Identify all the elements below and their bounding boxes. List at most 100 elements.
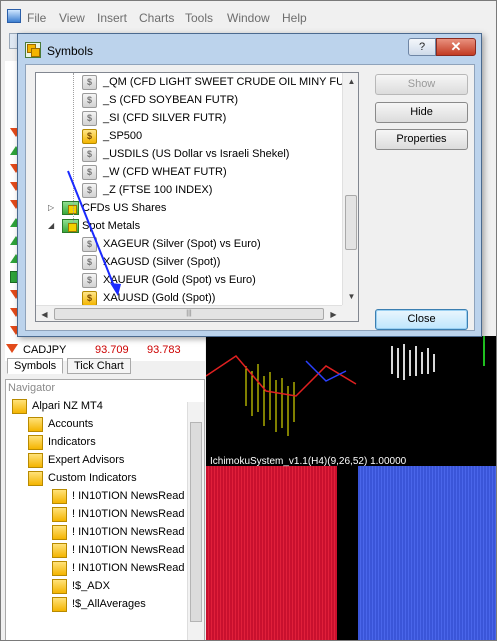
navigator-item[interactable]: ! IN10TION NewsRead <box>6 488 184 506</box>
tree-symbol-row[interactable]: $ _USDILS (US Dollar vs Israeli Shekel) <box>36 146 342 164</box>
tree-symbol-label: _Z (FTSE 100 INDEX) <box>103 184 213 196</box>
ask-price: 93.783 <box>147 344 181 356</box>
indicator-icon <box>52 507 67 522</box>
folder-icon <box>62 201 79 215</box>
menu-insert[interactable]: Insert <box>97 11 127 25</box>
symbol-inactive-icon: $ <box>82 165 97 180</box>
scroll-thumb[interactable]: ||| <box>54 308 324 320</box>
symbol-active-icon: $ <box>82 291 97 306</box>
indicator-label: IchimokuSystem_v1.1(H4)(9,26,52) 1.00000 <box>210 456 407 467</box>
symbols-tree[interactable]: $ _QM (CFD LIGHT SWEET CRUDE OIL MINY FUT… <box>35 72 359 322</box>
symbol-name: CADJPY <box>23 344 67 356</box>
scroll-down-icon[interactable]: ▼ <box>343 288 358 305</box>
tree-symbol-label: XAGEUR (Silver (Spot) vs Euro) <box>103 238 261 250</box>
indicator-icon <box>52 561 67 576</box>
collapse-icon[interactable]: ◢ <box>48 222 56 230</box>
symbol-active-icon: $ <box>82 129 97 144</box>
navigator-item[interactable]: Custom Indicators <box>6 470 184 488</box>
menu-charts[interactable]: Charts <box>139 11 174 25</box>
app-icon <box>7 9 21 23</box>
tree-symbol-row[interactable]: $ XAUEUR (Gold (Spot) vs Euro) <box>36 272 342 290</box>
tree-symbol-row[interactable]: $ _W (CFD WHEAT FUTR) <box>36 164 342 182</box>
indicator-subwindow[interactable]: IchimokuSystem_v1.1(H4)(9,26,52) 1.00000 <box>206 452 496 640</box>
navigator-item[interactable]: ! IN10TION NewsRead <box>6 560 184 578</box>
indicator-icon <box>52 579 67 594</box>
tree-folder-row[interactable]: ◢ Spot Metals <box>36 218 342 236</box>
navigator-item-label: !$_AllAverages <box>72 598 146 610</box>
tree-folder-label: Spot Metals <box>82 220 141 232</box>
arrow-down-icon <box>3 341 21 357</box>
close-button[interactable]: Close <box>375 309 468 330</box>
navigator-item[interactable]: Alpari NZ MT4 <box>6 398 184 416</box>
tree-symbol-label: XAGUSD (Silver (Spot)) <box>103 256 221 268</box>
scroll-left-icon[interactable]: ◀ <box>36 306 53 321</box>
scroll-up-icon[interactable]: ▲ <box>343 73 358 90</box>
navigator-item[interactable]: !$_ADX <box>6 578 184 596</box>
symbol-inactive-icon: $ <box>82 93 97 108</box>
symbol-inactive-icon: $ <box>82 111 97 126</box>
histogram-red <box>206 466 337 640</box>
navigator-panel: Navigator Alpari NZ MT4 Accounts Indicator… <box>5 379 205 640</box>
navigator-item[interactable]: ! IN10TION NewsRead <box>6 542 184 560</box>
tree-symbol-label: XAUUSD (Gold (Spot)) <box>103 292 216 304</box>
help-button[interactable]: ? <box>408 38 436 56</box>
menu-bar: File View Insert Charts Tools Window Hel… <box>1 7 496 27</box>
tree-symbol-row[interactable]: $ _S (CFD SOYBEAN FUTR) <box>36 92 342 110</box>
histogram-blue <box>358 466 496 640</box>
symbol-inactive-icon: $ <box>82 273 97 288</box>
tab-symbols[interactable]: Symbols <box>7 358 64 374</box>
navigator-scrollbar[interactable] <box>187 402 204 640</box>
tree-symbol-row[interactable]: $ _QM (CFD LIGHT SWEET CRUDE OIL MINY FUT… <box>36 74 358 92</box>
close-window-button[interactable]: ✕ <box>436 38 476 56</box>
market-watch-row[interactable]: CADJPY 93.709 93.783 <box>6 344 203 358</box>
tree-folder-label: CFDs US Shares <box>82 202 167 214</box>
dialog-body: $ _QM (CFD LIGHT SWEET CRUDE OIL MINY FUT… <box>25 64 475 331</box>
market-watch-tabs: Symbols Tick Chart <box>5 358 203 374</box>
folder-icon <box>62 219 79 233</box>
tree-symbol-row[interactable]: $ _SP500 <box>36 128 342 146</box>
tree-symbol-row[interactable]: $ _Z (FTSE 100 INDEX) <box>36 182 342 200</box>
indicator-icon <box>52 543 67 558</box>
menu-help[interactable]: Help <box>282 11 307 25</box>
symbols-dialog-icon <box>25 42 41 58</box>
navigator-item[interactable]: Indicators <box>6 434 184 452</box>
navigator-item-label: ! IN10TION NewsRead <box>72 526 184 538</box>
menu-view[interactable]: View <box>59 11 85 25</box>
tree-symbol-label: _W (CFD WHEAT FUTR) <box>103 166 227 178</box>
scroll-thumb[interactable] <box>345 195 357 250</box>
tree-horizontal-scrollbar[interactable]: ◀ ||| ▶ <box>36 305 342 321</box>
navigator-item[interactable]: Accounts <box>6 416 184 434</box>
navigator-item-label: Indicators <box>48 436 96 448</box>
navigator-item-label: Custom Indicators <box>48 472 137 484</box>
tree-vertical-scrollbar[interactable]: ▲ ▼ <box>342 73 358 305</box>
navigator-item[interactable]: Expert Advisors <box>6 452 184 470</box>
indicator-icon <box>52 489 67 504</box>
menu-tools[interactable]: Tools <box>185 11 213 25</box>
price-chart[interactable] <box>206 336 496 452</box>
bid-price: 93.709 <box>95 344 129 356</box>
navigator-item-label: Alpari NZ MT4 <box>32 400 103 412</box>
tree-symbol-row[interactable]: $ XAGEUR (Silver (Spot) vs Euro) <box>36 236 342 254</box>
tree-symbol-row[interactable]: $ _SI (CFD SILVER FUTR) <box>36 110 342 128</box>
tab-tick-chart[interactable]: Tick Chart <box>67 358 131 374</box>
navigator-item-label: Expert Advisors <box>48 454 125 466</box>
navigator-item[interactable]: ! IN10TION NewsRead <box>6 524 184 542</box>
menu-window[interactable]: Window <box>227 11 270 25</box>
properties-button[interactable]: Properties <box>375 129 468 150</box>
navigator-item-label: ! IN10TION NewsRead <box>72 544 184 556</box>
menu-file[interactable]: File <box>27 11 46 25</box>
scroll-right-icon[interactable]: ▶ <box>325 306 342 321</box>
symbol-inactive-icon: $ <box>82 147 97 162</box>
indicator-icon <box>52 597 67 612</box>
navigator-item[interactable]: !$_AllAverages <box>6 596 184 614</box>
tree-folder-row[interactable]: ▷ CFDs US Shares <box>36 200 342 218</box>
show-button[interactable]: Show <box>375 74 468 95</box>
hide-button[interactable]: Hide <box>375 102 468 123</box>
navigator-item-label: !$_ADX <box>72 580 110 592</box>
indicators-icon <box>28 435 43 450</box>
tree-symbol-row[interactable]: $ XAGUSD (Silver (Spot)) <box>36 254 342 272</box>
tree-symbol-label: XAUEUR (Gold (Spot) vs Euro) <box>103 274 256 286</box>
symbol-inactive-icon: $ <box>82 183 97 198</box>
navigator-item[interactable]: ! IN10TION NewsRead <box>6 506 184 524</box>
expand-icon[interactable]: ▷ <box>48 204 56 212</box>
